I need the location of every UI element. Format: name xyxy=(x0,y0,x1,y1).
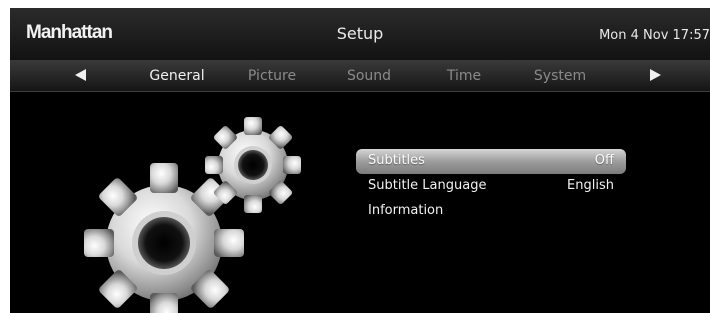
tv-screen: Manhattan Setup Mon 4 Nov 17:57 General … xyxy=(10,8,710,313)
menu-item-subtitle-language[interactable]: Subtitle Language English xyxy=(356,174,626,199)
menu-item-value: English xyxy=(567,178,614,193)
settings-menu: Subtitles Off Subtitle Language English … xyxy=(356,149,626,224)
menu-item-subtitles[interactable]: Subtitles Off xyxy=(356,149,626,174)
menu-item-label: Information xyxy=(368,203,444,218)
menu-item-label: Subtitle Language xyxy=(368,178,487,193)
small-gear-icon xyxy=(205,117,301,213)
menu-item-label: Subtitles xyxy=(368,153,425,168)
menu-item-information[interactable]: Information xyxy=(356,199,626,224)
menu-item-value: Off xyxy=(594,153,614,168)
